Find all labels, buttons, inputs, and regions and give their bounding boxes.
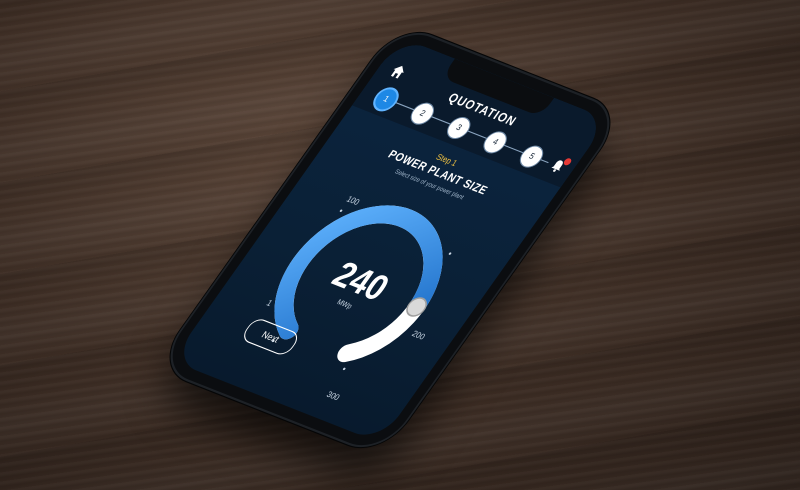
app-screen: QUOTATION 1 2 3 4 5 Step 1 POWER PLANT S… — [171, 37, 609, 443]
gauge-tick-dot — [342, 367, 346, 371]
step-1[interactable]: 1 — [371, 86, 401, 113]
app-header: QUOTATION 1 2 3 4 5 — [352, 37, 609, 188]
gauge-tick-dot — [339, 209, 343, 212]
gauge-tick-dot — [448, 252, 452, 255]
step-3[interactable]: 3 — [443, 115, 474, 141]
phone-device: QUOTATION 1 2 3 4 5 Step 1 POWER PLANT S… — [156, 24, 624, 456]
scene: QUOTATION 1 2 3 4 5 Step 1 POWER PLANT S… — [0, 0, 800, 490]
step-4[interactable]: 4 — [480, 129, 511, 156]
notification-badge — [562, 157, 573, 167]
tick-label-300: 300 — [324, 389, 342, 403]
step-5[interactable]: 5 — [516, 143, 547, 170]
step-2[interactable]: 2 — [407, 100, 438, 127]
